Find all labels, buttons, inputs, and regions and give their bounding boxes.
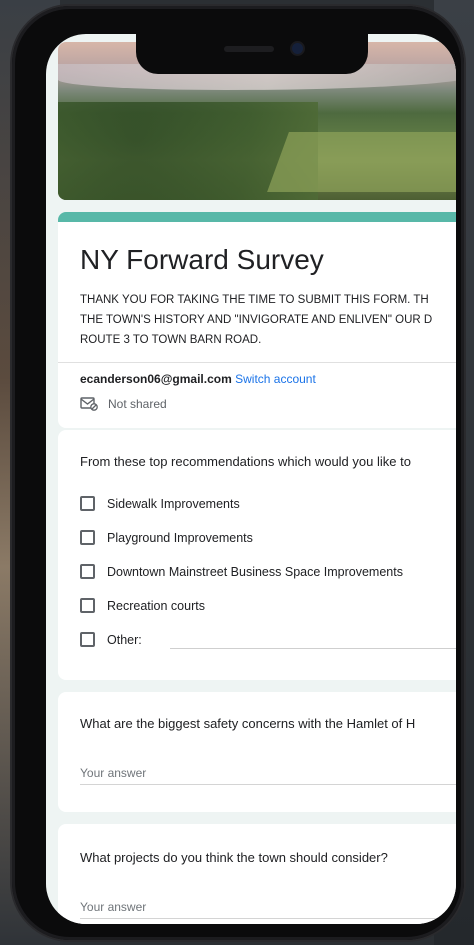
option-downtown[interactable]: Downtown Mainstreet Business Space Impro…	[80, 564, 403, 579]
form-description: THANK YOU FOR TAKING THE TIME TO SUBMIT …	[80, 290, 456, 350]
answer-underline	[80, 918, 456, 919]
option-recreation[interactable]: Recreation courts	[80, 598, 205, 613]
form-title: NY Forward Survey	[80, 244, 324, 275]
banner-field	[267, 132, 456, 192]
option-sidewalk[interactable]: Sidewalk Improvements	[80, 496, 240, 511]
option-label: Sidewalk Improvements	[107, 496, 240, 511]
answer-input[interactable]: Your answer	[80, 766, 146, 780]
option-label: Playground Improvements	[107, 530, 253, 545]
question-text: What are the biggest safety concerns wit…	[80, 716, 416, 731]
option-label: Downtown Mainstreet Business Space Impro…	[107, 564, 403, 579]
not-shared-row: Not shared	[80, 397, 167, 411]
phone-notch	[136, 34, 368, 74]
checkbox[interactable]	[80, 496, 95, 511]
answer-input[interactable]: Your answer	[80, 900, 146, 914]
question-text: What projects do you think the town shou…	[80, 850, 388, 865]
option-other[interactable]: Other:	[80, 632, 142, 647]
phone-frame: NY Forward Survey THANK YOU FOR TAKING T…	[12, 6, 464, 940]
checkbox[interactable]	[80, 564, 95, 579]
account-row: ecanderson06@gmail.com Switch account	[80, 372, 316, 386]
not-shared-icon	[80, 397, 98, 411]
description-line: ROUTE 3 TO TOWN BARN ROAD.	[80, 334, 262, 346]
question-card-recommendations: From these top recommendations which wou…	[58, 430, 456, 680]
question-card-projects: What projects do you think the town shou…	[58, 824, 456, 924]
option-label: Other:	[107, 632, 142, 647]
checkbox[interactable]	[80, 632, 95, 647]
checkbox[interactable]	[80, 598, 95, 613]
question-card-safety: What are the biggest safety concerns wit…	[58, 692, 456, 812]
account-email: ecanderson06@gmail.com	[80, 372, 232, 386]
switch-account-link[interactable]: Switch account	[235, 372, 316, 386]
other-input[interactable]	[170, 648, 456, 649]
divider	[58, 362, 456, 363]
option-label: Recreation courts	[107, 598, 205, 613]
not-shared-label: Not shared	[108, 397, 167, 411]
form-header-card: NY Forward Survey THANK YOU FOR TAKING T…	[58, 212, 456, 428]
answer-underline	[80, 784, 456, 785]
camera	[292, 43, 303, 54]
description-line: THE TOWN'S HISTORY AND "INVIGORATE AND E…	[80, 314, 433, 326]
phone-screen: NY Forward Survey THANK YOU FOR TAKING T…	[46, 34, 456, 924]
question-text: From these top recommendations which wou…	[80, 454, 411, 469]
checkbox[interactable]	[80, 530, 95, 545]
option-playground[interactable]: Playground Improvements	[80, 530, 253, 545]
speaker	[224, 46, 274, 52]
description-line: THANK YOU FOR TAKING THE TIME TO SUBMIT …	[80, 294, 429, 306]
